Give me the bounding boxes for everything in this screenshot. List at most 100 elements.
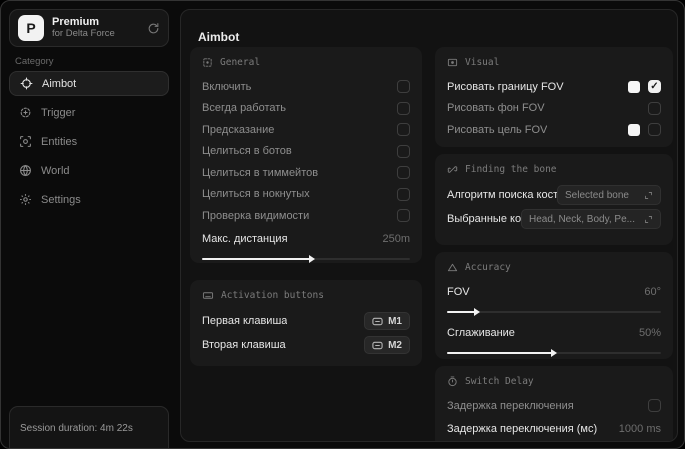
brand-texts: Premium for Delta Force bbox=[52, 16, 139, 40]
switch-delay-ms-value: 1000 ms bbox=[618, 423, 661, 436]
slider-thumb[interactable] bbox=[309, 255, 316, 263]
draw-fov-target-checkbox[interactable] bbox=[648, 123, 661, 137]
keybind-row: Первая клавиша M1 bbox=[202, 309, 410, 333]
card-title: Switch Delay bbox=[465, 376, 534, 387]
visibility-check-checkbox[interactable] bbox=[397, 209, 410, 223]
select-value: Selected bone bbox=[565, 189, 629, 201]
card-title: Visual bbox=[465, 57, 500, 68]
brand-subtitle: for Delta Force bbox=[52, 27, 115, 39]
option-row: Целиться в тиммейтов bbox=[202, 162, 410, 184]
card-general: General Включить Всегда работать Предска… bbox=[190, 47, 422, 263]
fov-target-color-swatch[interactable] bbox=[628, 123, 640, 136]
switch-delay-checkbox[interactable] bbox=[648, 399, 661, 413]
max-distance-block: Макс. дистанция 250m bbox=[202, 229, 410, 263]
slider-label: Макс. дистанция bbox=[202, 233, 288, 246]
sidebar-item-label: Aimbot bbox=[42, 77, 77, 90]
option-row: Предсказание bbox=[202, 119, 410, 141]
slider-fill bbox=[447, 349, 557, 357]
brand-card: P Premium for Delta Force bbox=[9, 9, 169, 47]
visual-label: Рисовать фон FOV bbox=[447, 102, 545, 115]
slider-value: 250m bbox=[382, 233, 410, 246]
option-row: Целиться в нокнутых bbox=[202, 184, 410, 206]
option-row: Всегда работать bbox=[202, 98, 410, 120]
brand-logo: P bbox=[18, 15, 44, 41]
card-title: Accuracy bbox=[465, 262, 511, 273]
key-icon bbox=[372, 341, 383, 350]
switch-delay-row: Задержка переключения bbox=[447, 395, 661, 417]
first-key-button[interactable]: M1 bbox=[364, 312, 410, 330]
stopwatch-icon bbox=[447, 376, 458, 387]
second-key-button[interactable]: M2 bbox=[364, 336, 410, 354]
smoothing-value: 50% bbox=[638, 327, 661, 340]
fov-slider[interactable] bbox=[447, 307, 661, 316]
keybind-value: M1 bbox=[388, 315, 402, 327]
keybind-label: Первая клавиша bbox=[202, 315, 288, 327]
key-icon bbox=[372, 317, 383, 326]
selected-bones-label: Выбранные кости bbox=[447, 213, 521, 225]
slider-fill bbox=[202, 255, 316, 263]
keybind-label: Вторая клавиша bbox=[202, 339, 286, 351]
smoothing-slider[interactable] bbox=[447, 349, 661, 357]
card-title: General bbox=[220, 57, 261, 68]
entities-icon bbox=[19, 135, 32, 148]
trigger-icon bbox=[19, 106, 32, 119]
card-activation-buttons: Activation buttons Первая клавиша M1 Вто… bbox=[190, 280, 422, 366]
slider-thumb[interactable] bbox=[473, 307, 480, 316]
bone-algorithm-select[interactable]: Selected bone bbox=[557, 185, 661, 205]
fov-slider-block: FOV 60° bbox=[447, 281, 661, 316]
card-general-header: General bbox=[202, 57, 410, 68]
bone-row: Алгоритм поиска костей Selected bone bbox=[447, 183, 661, 207]
switch-delay-label: Задержка переключения bbox=[447, 399, 574, 412]
target-knocked-checkbox[interactable] bbox=[397, 187, 410, 201]
draw-fov-border-checkbox[interactable]: ✓ bbox=[648, 80, 661, 94]
sidebar-item-settings[interactable]: Settings bbox=[9, 187, 169, 212]
draw-fov-background-checkbox[interactable] bbox=[648, 101, 661, 115]
card-visual-header: Visual bbox=[447, 57, 661, 68]
fov-border-color-swatch[interactable] bbox=[628, 80, 640, 93]
session-box: Session duration: 4m 22s bbox=[9, 406, 169, 448]
bone-row: Выбранные кости Head, Neck, Body, Pe... bbox=[447, 207, 661, 231]
visual-row: Рисовать границу FOV ✓ bbox=[447, 76, 661, 98]
keybind-row: Вторая клавиша M2 bbox=[202, 333, 410, 357]
switch-delay-ms-label: Задержка переключения (мс) bbox=[447, 423, 598, 436]
sidebar-item-trigger[interactable]: Trigger bbox=[9, 100, 169, 125]
slider-label-row: Сглаживание 50% bbox=[447, 323, 661, 345]
sidebar: P Premium for Delta Force Category Aimbo… bbox=[1, 1, 180, 448]
sidebar-item-world[interactable]: World bbox=[9, 158, 169, 183]
always-work-checkbox[interactable] bbox=[397, 101, 410, 115]
sidebar-item-entities[interactable]: Entities bbox=[9, 129, 169, 154]
option-row: Проверка видимости bbox=[202, 205, 410, 227]
gear-icon bbox=[19, 193, 32, 206]
card-bone-header: Finding the bone bbox=[447, 164, 661, 175]
visual-icon bbox=[447, 57, 458, 68]
target-teammates-checkbox[interactable] bbox=[397, 166, 410, 180]
smoothing-slider-block: Сглаживание 50% bbox=[447, 323, 661, 357]
option-label: Предсказание bbox=[202, 123, 275, 136]
page-title: Aimbot bbox=[198, 30, 240, 44]
app-window: P Premium for Delta Force Category Aimbo… bbox=[0, 0, 685, 449]
slider-thumb[interactable] bbox=[550, 349, 557, 357]
select-value: Head, Neck, Body, Pe... bbox=[529, 213, 635, 225]
selected-bones-select[interactable]: Head, Neck, Body, Pe... bbox=[521, 209, 661, 229]
refresh-icon[interactable] bbox=[147, 22, 160, 35]
visual-label: Рисовать цель FOV bbox=[447, 123, 548, 136]
sidebar-item-label: Entities bbox=[41, 135, 78, 148]
bone-icon bbox=[447, 164, 458, 175]
option-label: Целиться в тиммейтов bbox=[202, 166, 319, 179]
session-duration: Session duration: 4m 22s bbox=[20, 423, 133, 434]
target-bots-checkbox[interactable] bbox=[397, 144, 410, 158]
card-title: Activation buttons bbox=[221, 290, 324, 301]
globe-icon bbox=[19, 164, 32, 177]
prediction-checkbox[interactable] bbox=[397, 123, 410, 137]
crosshair-icon bbox=[20, 77, 33, 90]
enable-checkbox[interactable] bbox=[397, 80, 410, 94]
brand-title: Premium bbox=[52, 16, 100, 29]
card-accuracy: Accuracy FOV 60° Сглаживание 50% bbox=[435, 252, 673, 359]
sidebar-item-aimbot[interactable]: Aimbot bbox=[9, 71, 169, 96]
sidebar-item-label: Trigger bbox=[41, 106, 76, 119]
sidebar-item-label: World bbox=[41, 164, 70, 177]
max-distance-slider[interactable] bbox=[202, 255, 410, 263]
expand-icon bbox=[644, 215, 653, 224]
sidebar-nav: Aimbot Trigger Entities World Settings bbox=[9, 71, 169, 216]
card-title: Finding the bone bbox=[465, 164, 557, 175]
